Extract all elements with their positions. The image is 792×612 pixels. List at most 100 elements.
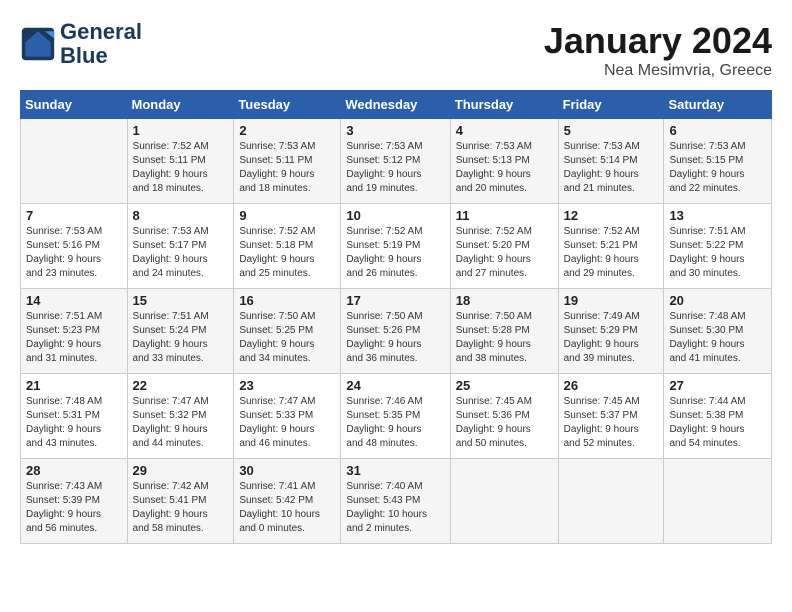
day-info: Sunrise: 7:52 AM Sunset: 5:21 PM Dayligh… <box>564 225 659 281</box>
calendar-table: SundayMondayTuesdayWednesdayThursdayFrid… <box>20 90 772 544</box>
calendar-cell: 8Sunrise: 7:53 AM Sunset: 5:17 PM Daylig… <box>127 204 234 289</box>
location-subtitle: Nea Mesimvria, Greece <box>544 62 772 80</box>
day-number: 23 <box>239 378 335 393</box>
calendar-cell: 5 Sunrise: 7:53 AM Sunset: 5:14 PM Daylig… <box>558 119 664 204</box>
calendar-week-row: 28 Sunrise: 7:43 AM Sunset: 5:39 PM Dayli… <box>21 459 772 544</box>
calendar-week-row: 21 Sunrise: 7:48 AM Sunset: 5:31 PM Dayli… <box>21 374 772 459</box>
month-title: January 2024 <box>544 20 772 62</box>
day-info: Sunrise: 7:52 AM Sunset: 5:20 PM Dayligh… <box>456 225 553 281</box>
day-info: Sunrise: 7:50 AM Sunset: 5:25 PM Dayligh… <box>239 310 335 366</box>
weekday-header-thursday: Thursday <box>450 91 558 119</box>
day-number: 9 <box>239 208 335 223</box>
calendar-cell: 6Sunrise: 7:53 AM Sunset: 5:15 PM Daylig… <box>664 119 772 204</box>
calendar-cell: 29Sunrise: 7:42 AM Sunset: 5:41 PM Dayli… <box>127 459 234 544</box>
day-info: Sunrise: 7:40 AM Sunset: 5:43 PM Dayligh… <box>346 480 444 536</box>
day-number: 6 <box>669 123 766 138</box>
day-number: 13 <box>669 208 766 223</box>
calendar-cell: 4 Sunrise: 7:53 AM Sunset: 5:13 PM Daylig… <box>450 119 558 204</box>
day-info: Sunrise: 7:52 AM Sunset: 5:11 PM Dayligh… <box>133 140 229 196</box>
day-number: 28 <box>26 463 122 478</box>
day-info: Sunrise: 7:52 AM Sunset: 5:18 PM Dayligh… <box>239 225 335 281</box>
day-info: Sunrise: 7:47 AM Sunset: 5:33 PM Dayligh… <box>239 395 335 451</box>
day-info: Sunrise: 7:49 AM Sunset: 5:29 PM Dayligh… <box>564 310 659 366</box>
day-number: 5 <box>564 123 659 138</box>
day-info: Sunrise: 7:45 AM Sunset: 5:36 PM Dayligh… <box>456 395 553 451</box>
day-number: 4 <box>456 123 553 138</box>
calendar-cell: 7Sunrise: 7:53 AM Sunset: 5:16 PM Daylig… <box>21 204 128 289</box>
calendar-cell <box>664 459 772 544</box>
day-info: Sunrise: 7:52 AM Sunset: 5:19 PM Dayligh… <box>346 225 444 281</box>
day-info: Sunrise: 7:48 AM Sunset: 5:30 PM Dayligh… <box>669 310 766 366</box>
calendar-cell: 2 Sunrise: 7:53 AM Sunset: 5:11 PM Daylig… <box>234 119 341 204</box>
calendar-cell: 1Sunrise: 7:52 AM Sunset: 5:11 PM Daylig… <box>127 119 234 204</box>
day-info: Sunrise: 7:45 AM Sunset: 5:37 PM Dayligh… <box>564 395 659 451</box>
day-info: Sunrise: 7:48 AM Sunset: 5:31 PM Dayligh… <box>26 395 122 451</box>
day-number: 2 <box>239 123 335 138</box>
calendar-cell: 27 Sunrise: 7:44 AM Sunset: 5:38 PM Dayli… <box>664 374 772 459</box>
day-number: 14 <box>26 293 122 308</box>
day-number: 3 <box>346 123 444 138</box>
calendar-cell: 15 Sunrise: 7:51 AM Sunset: 5:24 PM Dayli… <box>127 289 234 374</box>
day-info: Sunrise: 7:41 AM Sunset: 5:42 PM Dayligh… <box>239 480 335 536</box>
day-info: Sunrise: 7:44 AM Sunset: 5:38 PM Dayligh… <box>669 395 766 451</box>
day-info: Sunrise: 7:53 AM Sunset: 5:17 PM Dayligh… <box>133 225 229 281</box>
day-info: Sunrise: 7:53 AM Sunset: 5:11 PM Dayligh… <box>239 140 335 196</box>
weekday-header-tuesday: Tuesday <box>234 91 341 119</box>
day-info: Sunrise: 7:43 AM Sunset: 5:39 PM Dayligh… <box>26 480 122 536</box>
day-number: 17 <box>346 293 444 308</box>
day-info: Sunrise: 7:50 AM Sunset: 5:28 PM Dayligh… <box>456 310 553 366</box>
calendar-cell: 19 Sunrise: 7:49 AM Sunset: 5:29 PM Dayli… <box>558 289 664 374</box>
day-number: 15 <box>133 293 229 308</box>
calendar-cell: 22Sunrise: 7:47 AM Sunset: 5:32 PM Dayli… <box>127 374 234 459</box>
weekday-header-sunday: Sunday <box>21 91 128 119</box>
day-number: 7 <box>26 208 122 223</box>
logo-icon <box>20 26 56 62</box>
calendar-cell <box>558 459 664 544</box>
calendar-cell: 11 Sunrise: 7:52 AM Sunset: 5:20 PM Dayli… <box>450 204 558 289</box>
day-number: 30 <box>239 463 335 478</box>
day-number: 27 <box>669 378 766 393</box>
day-info: Sunrise: 7:53 AM Sunset: 5:12 PM Dayligh… <box>346 140 444 196</box>
calendar-cell: 21 Sunrise: 7:48 AM Sunset: 5:31 PM Dayli… <box>21 374 128 459</box>
calendar-cell: 30 Sunrise: 7:41 AM Sunset: 5:42 PM Dayli… <box>234 459 341 544</box>
day-info: Sunrise: 7:51 AM Sunset: 5:22 PM Dayligh… <box>669 225 766 281</box>
calendar-cell: 3 Sunrise: 7:53 AM Sunset: 5:12 PM Daylig… <box>341 119 450 204</box>
calendar-week-row: 7Sunrise: 7:53 AM Sunset: 5:16 PM Daylig… <box>21 204 772 289</box>
day-number: 22 <box>133 378 229 393</box>
day-info: Sunrise: 7:46 AM Sunset: 5:35 PM Dayligh… <box>346 395 444 451</box>
calendar-cell <box>21 119 128 204</box>
weekday-header-monday: Monday <box>127 91 234 119</box>
day-number: 18 <box>456 293 553 308</box>
day-number: 25 <box>456 378 553 393</box>
calendar-week-row: 1Sunrise: 7:52 AM Sunset: 5:11 PM Daylig… <box>21 119 772 204</box>
day-info: Sunrise: 7:50 AM Sunset: 5:26 PM Dayligh… <box>346 310 444 366</box>
day-number: 20 <box>669 293 766 308</box>
calendar-cell: 10 Sunrise: 7:52 AM Sunset: 5:19 PM Dayli… <box>341 204 450 289</box>
day-info: Sunrise: 7:53 AM Sunset: 5:13 PM Dayligh… <box>456 140 553 196</box>
page-header: General Blue January 2024 Nea Mesimvria,… <box>20 20 772 80</box>
day-info: Sunrise: 7:51 AM Sunset: 5:23 PM Dayligh… <box>26 310 122 366</box>
day-number: 10 <box>346 208 444 223</box>
calendar-cell: 26 Sunrise: 7:45 AM Sunset: 5:37 PM Dayli… <box>558 374 664 459</box>
calendar-cell: 12Sunrise: 7:52 AM Sunset: 5:21 PM Dayli… <box>558 204 664 289</box>
weekday-header-wednesday: Wednesday <box>341 91 450 119</box>
day-info: Sunrise: 7:53 AM Sunset: 5:14 PM Dayligh… <box>564 140 659 196</box>
calendar-cell: 25 Sunrise: 7:45 AM Sunset: 5:36 PM Dayli… <box>450 374 558 459</box>
calendar-cell <box>450 459 558 544</box>
day-number: 16 <box>239 293 335 308</box>
calendar-cell: 20 Sunrise: 7:48 AM Sunset: 5:30 PM Dayli… <box>664 289 772 374</box>
day-info: Sunrise: 7:51 AM Sunset: 5:24 PM Dayligh… <box>133 310 229 366</box>
day-number: 19 <box>564 293 659 308</box>
day-number: 31 <box>346 463 444 478</box>
weekday-header-friday: Friday <box>558 91 664 119</box>
day-number: 29 <box>133 463 229 478</box>
day-number: 26 <box>564 378 659 393</box>
weekday-header-row: SundayMondayTuesdayWednesdayThursdayFrid… <box>21 91 772 119</box>
title-block: January 2024 Nea Mesimvria, Greece <box>544 20 772 80</box>
calendar-cell: 9 Sunrise: 7:52 AM Sunset: 5:18 PM Daylig… <box>234 204 341 289</box>
day-number: 21 <box>26 378 122 393</box>
day-number: 11 <box>456 208 553 223</box>
calendar-cell: 24Sunrise: 7:46 AM Sunset: 5:35 PM Dayli… <box>341 374 450 459</box>
calendar-cell: 28 Sunrise: 7:43 AM Sunset: 5:39 PM Dayli… <box>21 459 128 544</box>
calendar-cell: 16 Sunrise: 7:50 AM Sunset: 5:25 PM Dayli… <box>234 289 341 374</box>
